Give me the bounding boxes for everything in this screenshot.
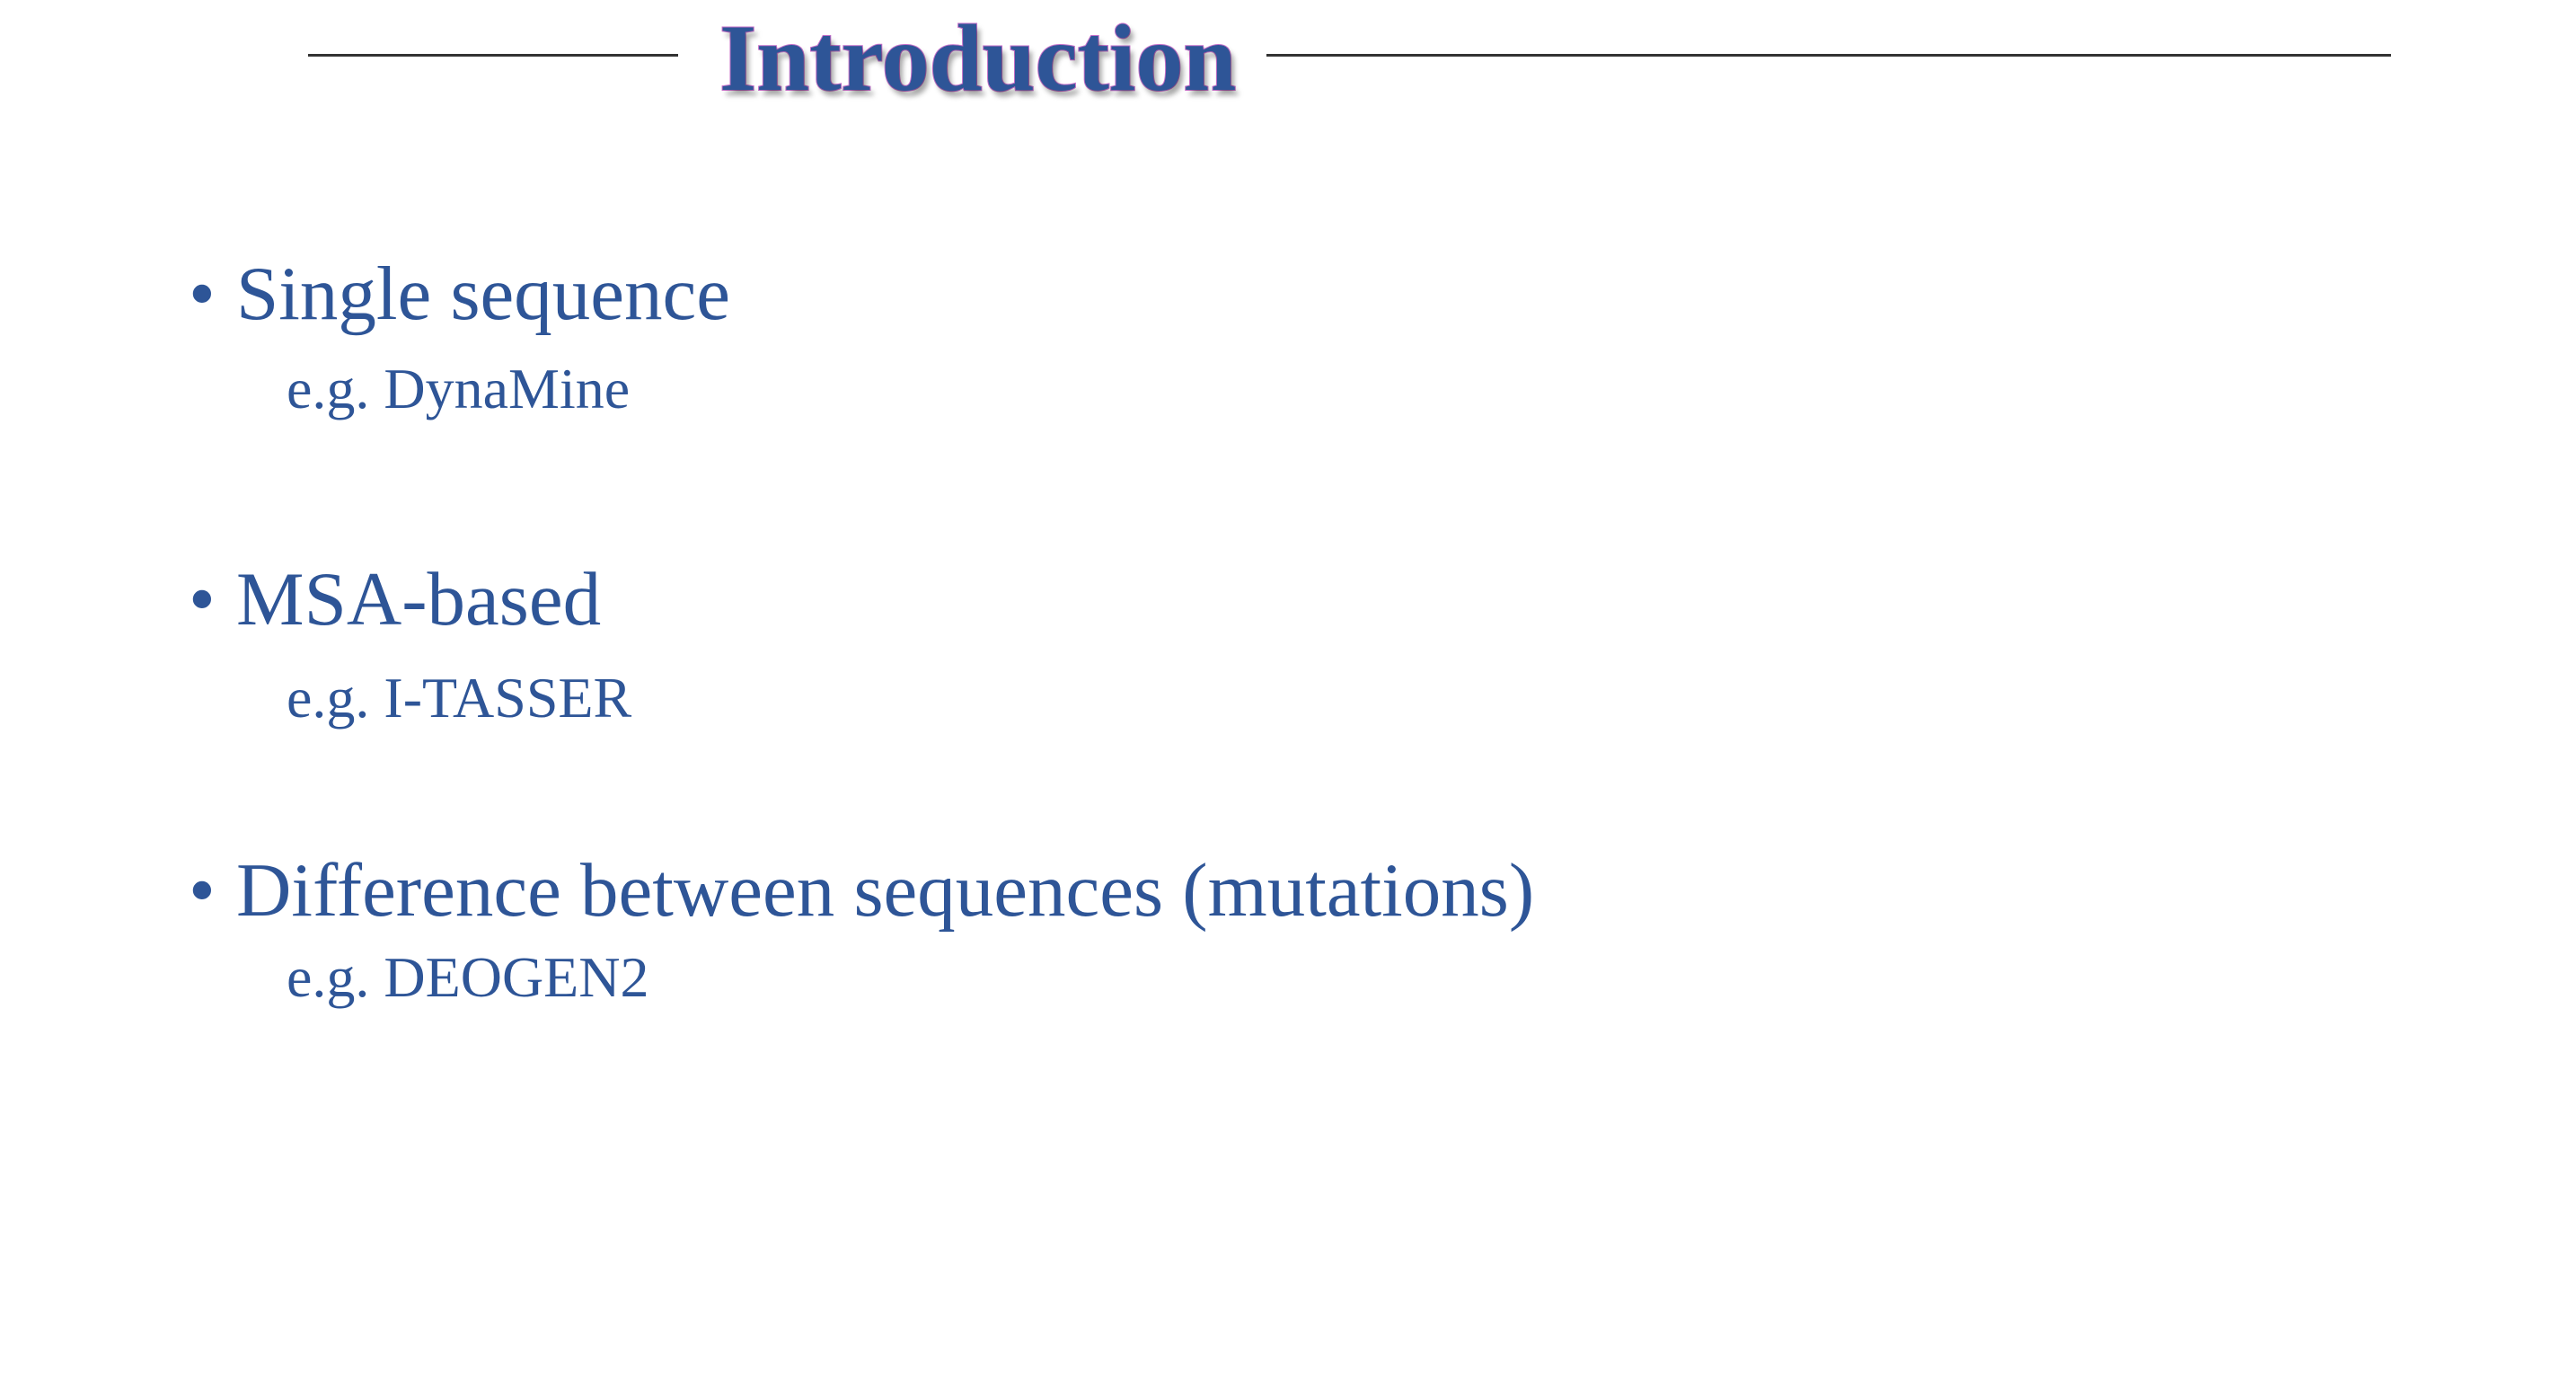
bullet-item-difference: • Difference between sequences (mutations… [189, 853, 1534, 929]
bullet-label: Difference between sequences (mutations) [236, 848, 1535, 933]
bullet-example: e.g. I-TASSER [287, 666, 632, 730]
bullet-example: e.g. DEOGEN2 [287, 945, 649, 1009]
bullet-item-msa-based: • MSA-based [189, 562, 601, 638]
bullet-example: e.g. DynaMine [287, 357, 631, 420]
title-rule-left [308, 54, 678, 57]
bullet-item-single-sequence: • Single sequence [189, 256, 730, 332]
bullet-label: Single sequence [236, 252, 730, 336]
bullet-icon: • [189, 557, 216, 641]
bullet-icon: • [189, 848, 216, 933]
slide-title: Introduction [719, 5, 1237, 111]
bullet-label: MSA-based [236, 557, 602, 641]
title-rule-right [1266, 54, 2391, 57]
bullet-icon: • [189, 252, 216, 336]
